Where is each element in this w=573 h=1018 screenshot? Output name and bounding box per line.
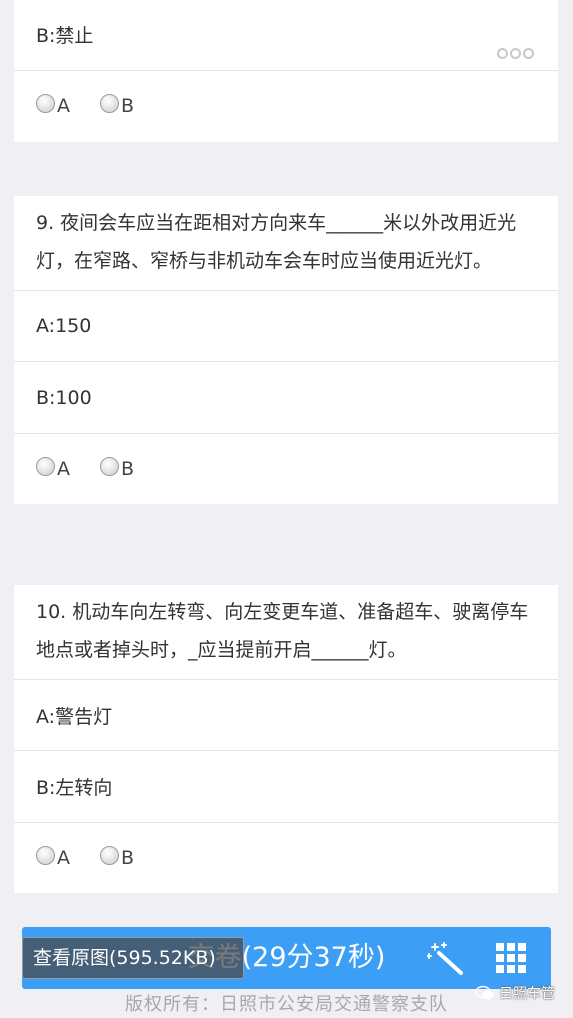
question-text: 9. 夜间会车应当在距相对方向来车______米以外改用近光灯，在窄路、窄桥与非… (14, 196, 558, 291)
watermark: 日照车管 (475, 983, 555, 1003)
view-original-image-button[interactable]: 查看原图(595.52KB) (22, 937, 244, 979)
radio-label: B (121, 458, 135, 480)
action-bar: 交卷(29分37秒) 查看原图(595.52KB) (22, 927, 551, 989)
radio-label: A (57, 458, 70, 480)
answer-choices: A B (14, 71, 558, 141)
radio-icon[interactable] (100, 845, 119, 865)
answer-choices: A B (14, 823, 558, 893)
option-row[interactable]: B:100 (14, 362, 558, 434)
option-label: A:150 (36, 315, 92, 337)
radio-label: A (57, 847, 70, 869)
question-card-8: B:禁止 A B (14, 0, 558, 142)
radio-icon[interactable] (36, 93, 55, 113)
question-card-10: 10. 机动车向左转弯、向左变更车道、准备超车、驶离停车地点或者掉头时，_应当提… (14, 585, 558, 893)
option-label: B:左转向 (36, 777, 113, 799)
radio-icon[interactable] (36, 845, 55, 865)
question-text: 10. 机动车向左转弯、向左变更车道、准备超车、驶离停车地点或者掉头时，_应当提… (14, 585, 558, 680)
option-row[interactable]: B:禁止 (14, 0, 558, 71)
magic-wand-icon[interactable] (426, 941, 467, 977)
option-row[interactable]: B:左转向 (14, 751, 558, 823)
radio-label: B (121, 95, 135, 117)
question-card-9: 9. 夜间会车应当在距相对方向来车______米以外改用近光灯，在窄路、窄桥与非… (14, 196, 558, 504)
radio-icon[interactable] (36, 456, 55, 476)
answer-choices: A B (14, 434, 558, 504)
radio-label: A (57, 95, 70, 117)
more-dots-icon[interactable] (497, 48, 534, 59)
grid-icon[interactable] (496, 943, 528, 975)
option-label: B:100 (36, 386, 92, 409)
radio-a[interactable]: A (36, 93, 70, 117)
radio-b[interactable]: B (100, 93, 135, 117)
radio-icon[interactable] (100, 93, 119, 113)
watermark-text: 日照车管 (499, 986, 555, 1002)
radio-a[interactable]: A (36, 845, 70, 869)
radio-b[interactable]: B (100, 845, 135, 869)
radio-label: B (121, 847, 135, 869)
option-row[interactable]: A:警告灯 (14, 680, 558, 751)
option-label: A:警告灯 (36, 705, 113, 728)
radio-b[interactable]: B (100, 456, 135, 480)
wechat-icon (475, 985, 494, 1000)
option-label: B:禁止 (36, 24, 94, 47)
radio-icon[interactable] (100, 456, 119, 476)
option-row[interactable]: A:150 (14, 291, 558, 362)
radio-a[interactable]: A (36, 456, 70, 480)
